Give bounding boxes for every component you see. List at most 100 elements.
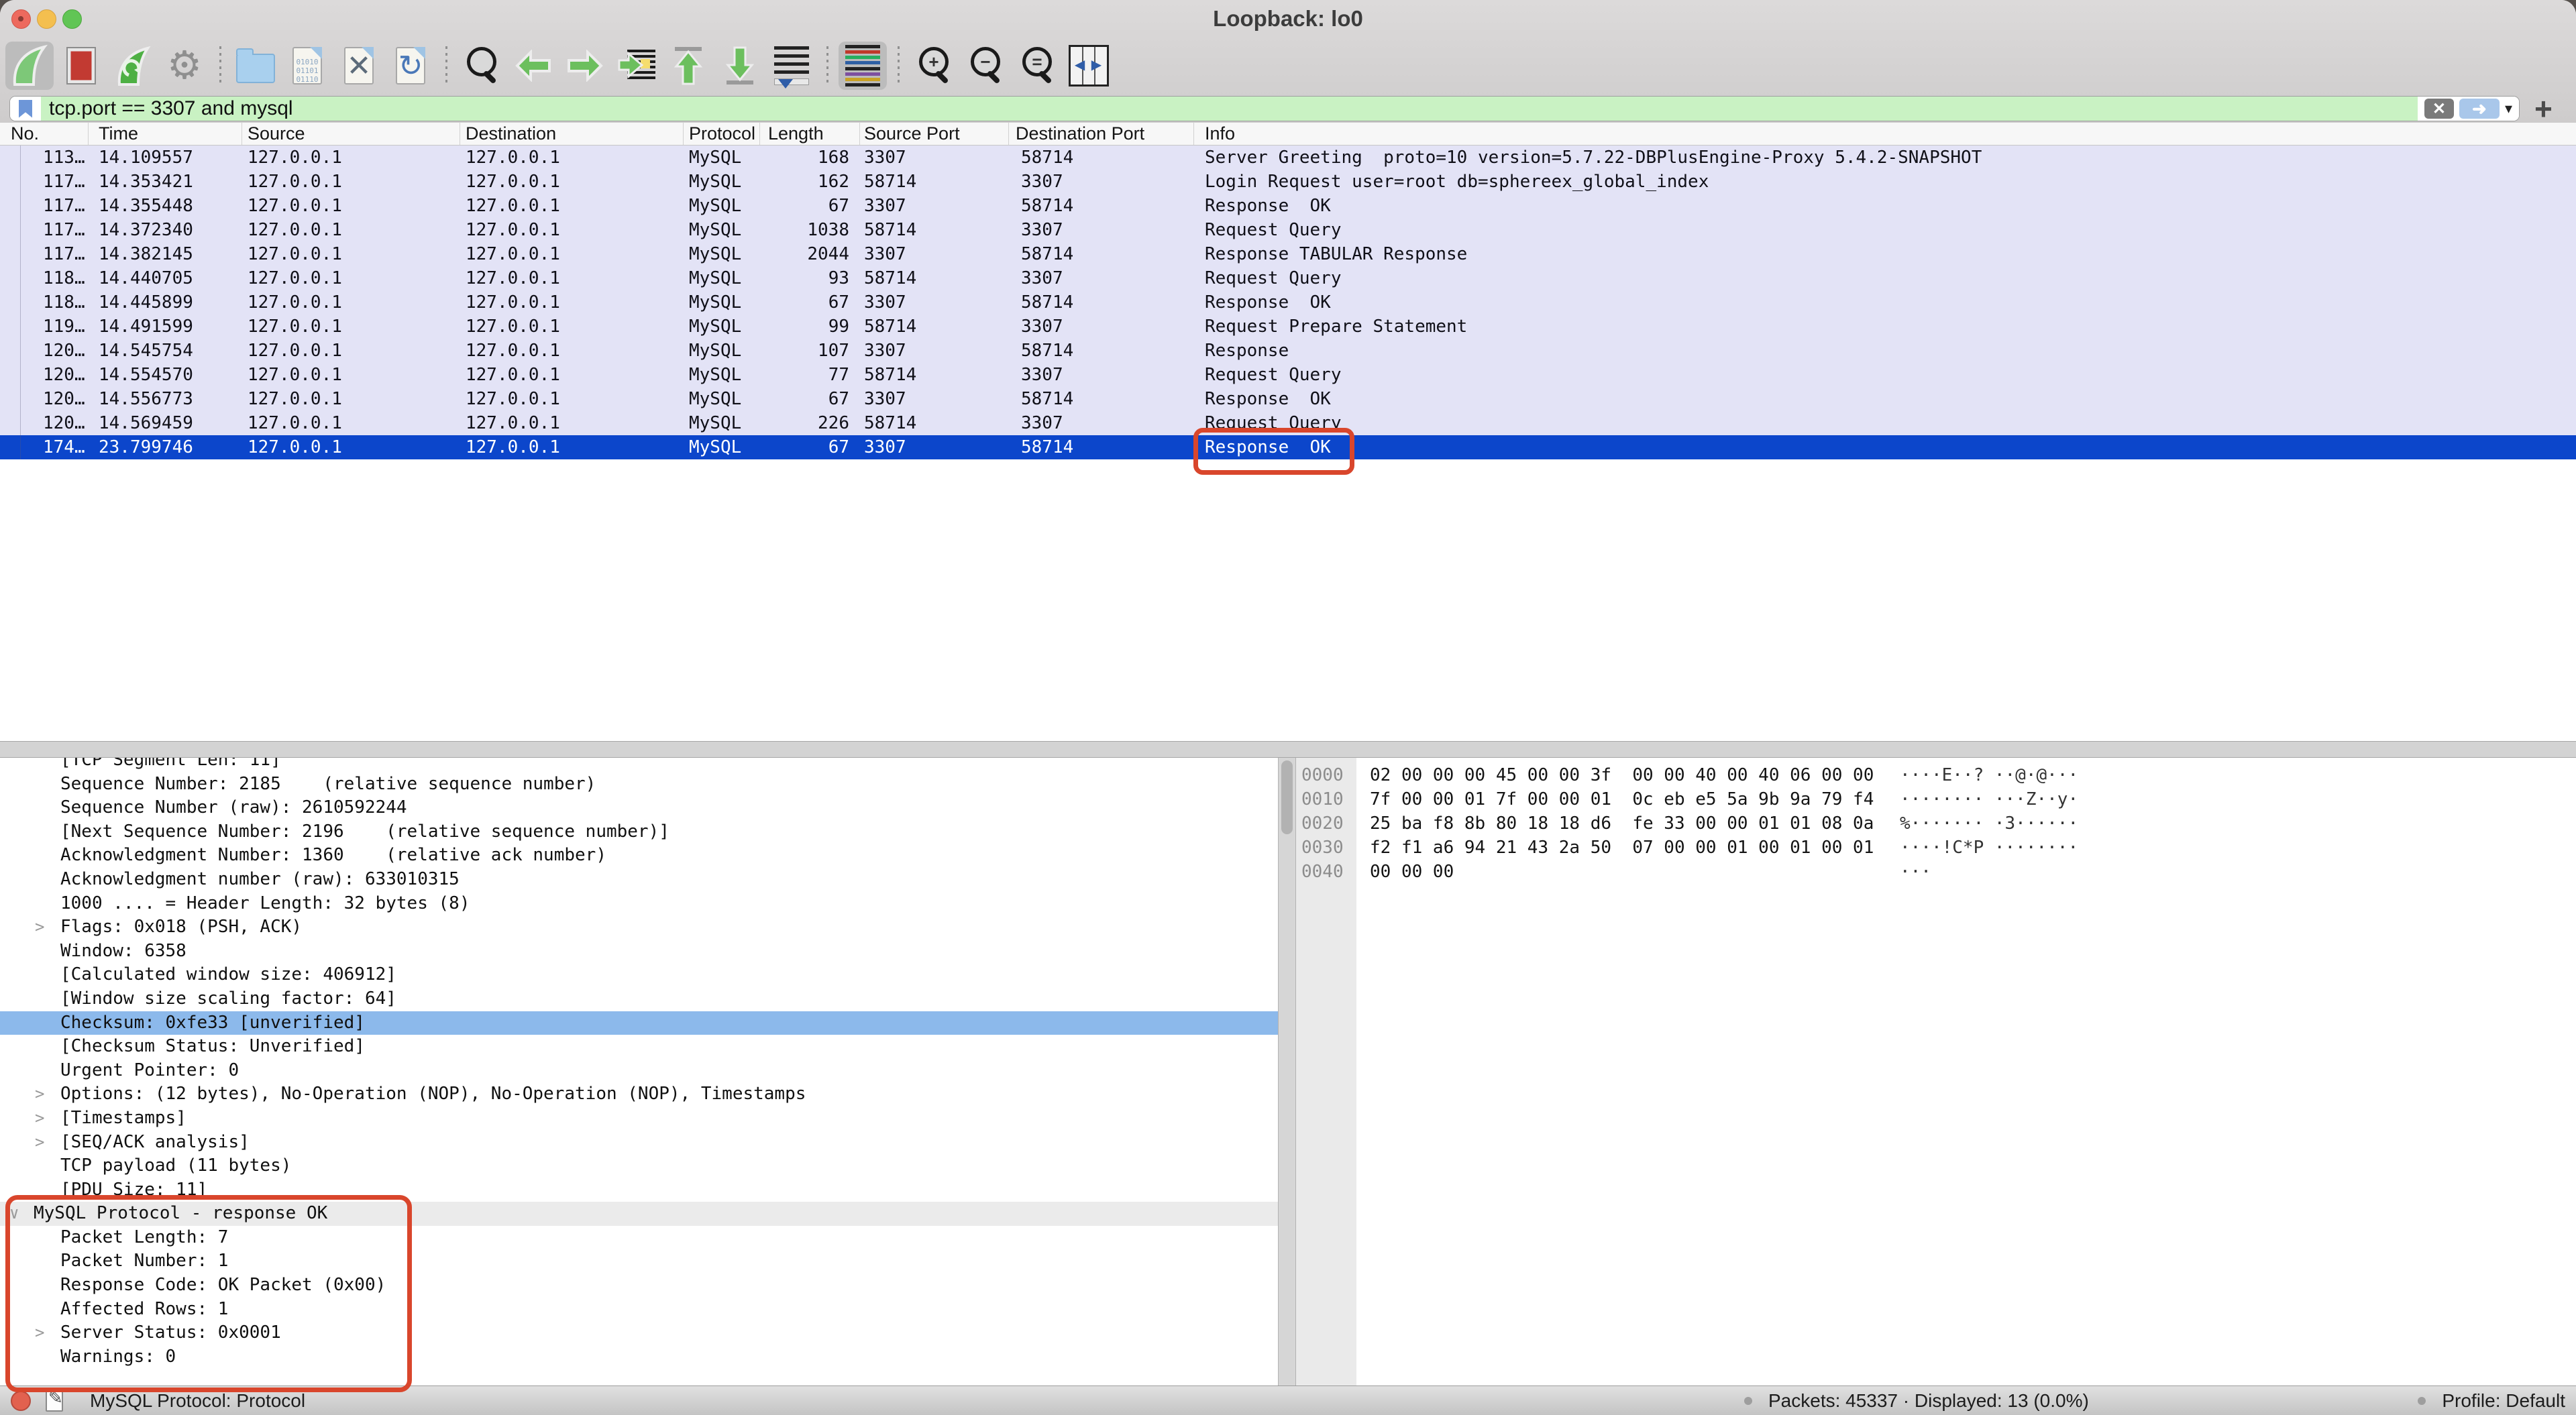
hex-row[interactable]: 004000 00 00··· <box>1296 860 2576 884</box>
chevron-collapsed-icon[interactable]: > <box>35 1082 44 1107</box>
packet-row[interactable]: 118…14.445899127.0.0.1127.0.0.1MySQL6733… <box>0 290 2576 315</box>
titlebar[interactable]: Loopback: lo0 <box>0 0 2576 37</box>
detail-line[interactable]: Response Code: OK Packet (0x00) <box>0 1274 1278 1298</box>
chevron-collapsed-icon[interactable]: > <box>35 1131 44 1155</box>
document-reload-icon: ↻ <box>396 47 425 84</box>
chevron-expanded-icon[interactable]: ∨ <box>9 1202 19 1226</box>
detail-line[interactable]: Sequence Number: 2185 (relative sequence… <box>0 773 1278 797</box>
packet-row[interactable]: 117…14.355448127.0.0.1127.0.0.1MySQL6733… <box>0 194 2576 218</box>
column-header[interactable]: Protocol <box>684 123 760 145</box>
packet-row[interactable]: 120…14.556773127.0.0.1127.0.0.1MySQL6733… <box>0 387 2576 411</box>
packet-row[interactable]: 117…14.353421127.0.0.1127.0.0.1MySQL1625… <box>0 170 2576 194</box>
detail-line[interactable]: Affected Rows: 1 <box>0 1298 1278 1322</box>
detail-line[interactable]: >Options: (12 bytes), No-Operation (NOP)… <box>0 1082 1278 1107</box>
colorize-packets-button[interactable] <box>839 42 887 90</box>
detail-line[interactable]: Packet Length: 7 <box>0 1226 1278 1250</box>
find-packet-button[interactable] <box>458 42 506 90</box>
column-header[interactable]: Source Port <box>860 123 1009 145</box>
packet-row[interactable]: 120…14.554570127.0.0.1127.0.0.1MySQL7758… <box>0 363 2576 387</box>
zoom-reset-button[interactable]: = <box>1013 42 1061 90</box>
packet-row[interactable]: 118…14.440705127.0.0.1127.0.0.1MySQL9358… <box>0 266 2576 290</box>
packet-row[interactable]: 113…14.109557127.0.0.1127.0.0.1MySQL1683… <box>0 146 2576 170</box>
detail-line[interactable]: Checksum: 0xfe33 [unverified] <box>0 1011 1278 1035</box>
detail-line[interactable]: Acknowledgment number (raw): 633010315 <box>0 868 1278 892</box>
reload-file-button[interactable]: ↻ <box>386 42 435 90</box>
close-file-button[interactable]: ✕ <box>335 42 383 90</box>
packet-row[interactable]: 174…23.799746127.0.0.1127.0.0.1MySQL6733… <box>0 435 2576 459</box>
resize-columns-button[interactable] <box>1065 42 1113 90</box>
detail-line[interactable]: >[Timestamps] <box>0 1107 1278 1131</box>
detail-line[interactable]: Urgent Pointer: 0 <box>0 1059 1278 1083</box>
column-header[interactable]: Length <box>760 123 860 145</box>
open-file-button[interactable] <box>231 42 280 90</box>
packet-list-header[interactable]: No.TimeSourceDestinationProtocolLengthSo… <box>0 123 2576 146</box>
detail-line[interactable]: [Window size scaling factor: 64] <box>0 987 1278 1011</box>
packet-row[interactable]: 120…14.545754127.0.0.1127.0.0.1MySQL1073… <box>0 339 2576 363</box>
detail-line[interactable]: [Calculated window size: 406912] <box>0 963 1278 987</box>
detail-line[interactable]: [TCP Segment Len: 11] <box>0 758 1278 773</box>
expert-info-icon[interactable] <box>11 1391 31 1411</box>
chevron-collapsed-icon[interactable]: > <box>35 1321 44 1345</box>
detail-pane-scrollbar[interactable] <box>1278 758 1296 1385</box>
go-forward-button[interactable] <box>561 42 609 90</box>
detail-line[interactable]: [PDU Size: 11] <box>0 1178 1278 1202</box>
display-filter-input[interactable]: tcp.port == 3307 and mysql <box>41 97 2418 121</box>
column-header[interactable]: Destination <box>460 123 684 145</box>
detail-line[interactable]: Packet Number: 1 <box>0 1249 1278 1274</box>
shark-fin-icon <box>11 44 48 87</box>
detail-line[interactable]: [Checksum Status: Unverified] <box>0 1035 1278 1059</box>
filter-field-buttons: ✕ ➜ ▾ <box>2418 97 2519 121</box>
hex-bytes: 00 00 00 <box>1370 862 1454 882</box>
column-header[interactable]: Source <box>242 123 460 145</box>
detail-line[interactable]: >Flags: 0x018 (PSH, ACK) <box>0 915 1278 940</box>
hex-row[interactable]: 0030f2 f1 a6 94 21 43 2a 50 07 00 00 01 … <box>1296 836 2576 860</box>
detail-line[interactable]: Sequence Number (raw): 2610592244 <box>0 796 1278 820</box>
hex-row[interactable]: 00107f 00 00 01 7f 00 00 01 0c eb e5 5a … <box>1296 787 2576 811</box>
detail-line[interactable]: Acknowledgment Number: 1360 (relative ac… <box>0 844 1278 868</box>
display-filter-field[interactable]: tcp.port == 3307 and mysql ✕ ➜ ▾ <box>9 96 2520 121</box>
filter-dropdown-caret[interactable]: ▾ <box>2505 100 2512 117</box>
auto-scroll-button[interactable] <box>767 42 816 90</box>
detail-line[interactable]: >Server Status: 0x0001 <box>0 1321 1278 1345</box>
zoom-out-button[interactable]: − <box>961 42 1010 90</box>
packet-row[interactable]: 117…14.372340127.0.0.1127.0.0.1MySQL1038… <box>0 218 2576 242</box>
go-back-button[interactable] <box>509 42 557 90</box>
filter-apply-button[interactable]: ➜ <box>2459 99 2500 119</box>
hex-row[interactable]: 000002 00 00 00 45 00 00 3f 00 00 40 00 … <box>1296 763 2576 787</box>
scrollbar-thumb[interactable] <box>1281 760 1293 834</box>
capture-comment-icon[interactable] <box>46 1390 63 1412</box>
hex-row[interactable]: 002025 ba f8 8b 80 18 18 d6 fe 33 00 00 … <box>1296 811 2576 836</box>
filter-add-button[interactable]: + <box>2534 95 2553 122</box>
packet-row[interactable]: 120…14.569459127.0.0.1127.0.0.1MySQL2265… <box>0 411 2576 435</box>
go-last-packet-button[interactable] <box>716 42 764 90</box>
detail-line[interactable]: 1000 .... = Header Length: 32 bytes (8) <box>0 892 1278 916</box>
chevron-collapsed-icon[interactable]: > <box>35 915 44 940</box>
column-header[interactable]: Destination Port <box>1009 123 1194 145</box>
column-header[interactable]: Info <box>1194 123 2576 145</box>
arrow-right-icon <box>566 50 604 82</box>
detail-line[interactable]: [Next Sequence Number: 2196 (relative se… <box>0 820 1278 844</box>
restart-capture-button[interactable] <box>109 42 157 90</box>
column-header[interactable]: No. <box>0 123 89 145</box>
detail-line[interactable]: Window: 6358 <box>0 940 1278 964</box>
detail-line[interactable]: Warnings: 0 <box>0 1345 1278 1369</box>
profile-section[interactable]: Profile: Default <box>2418 1390 2565 1412</box>
detail-line[interactable]: TCP payload (11 bytes) <box>0 1154 1278 1178</box>
stop-capture-button[interactable] <box>57 42 105 90</box>
packet-list-hscrollbar[interactable] <box>0 741 2576 758</box>
go-to-packet-button[interactable] <box>612 42 661 90</box>
detail-line[interactable]: >[SEQ/ACK analysis] <box>0 1131 1278 1155</box>
zoom-in-button[interactable]: + <box>910 42 958 90</box>
chevron-collapsed-icon[interactable]: > <box>35 1107 44 1131</box>
detail-line[interactable]: ∨MySQL Protocol - response OK <box>0 1202 1278 1226</box>
packet-row[interactable]: 119…14.491599127.0.0.1127.0.0.1MySQL9958… <box>0 315 2576 339</box>
column-header[interactable]: Time <box>89 123 242 145</box>
start-capture-button[interactable] <box>5 42 54 90</box>
filter-clear-button[interactable]: ✕ <box>2424 99 2454 119</box>
packet-row[interactable]: 117…14.382145127.0.0.1127.0.0.1MySQL2044… <box>0 242 2576 266</box>
magnifier-icon <box>463 46 500 86</box>
save-file-button[interactable]: 010100110101110 <box>283 42 331 90</box>
filter-bookmark-button[interactable] <box>10 97 41 121</box>
go-first-packet-button[interactable] <box>664 42 712 90</box>
capture-options-button[interactable]: ⚙ <box>160 42 209 90</box>
